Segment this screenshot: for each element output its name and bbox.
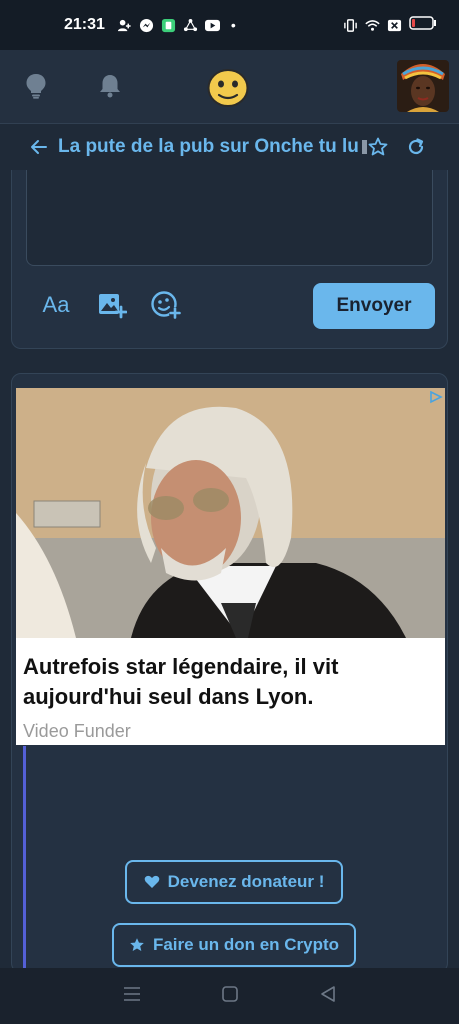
message-textarea[interactable] <box>26 170 433 266</box>
add-emoji-icon <box>151 291 181 319</box>
sim-blocked-icon <box>387 18 402 33</box>
back-nav-button[interactable] <box>319 985 337 1008</box>
vibrate-icon <box>343 18 358 33</box>
ad-image[interactable] <box>16 388 445 638</box>
ad-source[interactable]: Video Funder <box>23 721 131 742</box>
text-format-label: Aa <box>42 292 70 317</box>
ad-headline[interactable]: Autrefois star légendaire, il vit aujour… <box>23 652 438 712</box>
user-avatar[interactable] <box>397 60 449 112</box>
system-navigation-bar <box>0 968 459 1024</box>
status-time: 21:31 <box>64 16 105 33</box>
text-format-button[interactable]: Aa <box>36 287 76 323</box>
favorite-button[interactable] <box>368 137 388 157</box>
reply-composer: Aa Envoyer <box>11 170 448 349</box>
home-button[interactable] <box>221 985 239 1008</box>
status-bar: 21:31 • <box>0 0 459 50</box>
smiley-logo-icon <box>207 69 249 107</box>
avatar-image <box>397 60 449 112</box>
crypto-donate-button[interactable]: Faire un don en Crypto <box>112 923 356 967</box>
refresh-button[interactable] <box>406 137 426 157</box>
status-dot: • <box>230 17 236 33</box>
topic-title[interactable]: La pute de la pub sur Onche tu lui <box>58 136 358 158</box>
ad-choices-icon[interactable] <box>429 390 443 409</box>
youtube-icon <box>204 18 220 33</box>
donor-button-label: Devenez donateur ! <box>167 872 325 891</box>
star-icon <box>130 938 144 951</box>
star-outline-icon <box>368 137 388 156</box>
sync-icon <box>183 18 198 33</box>
lightbulb-icon <box>26 74 46 99</box>
home-square-icon <box>221 985 238 1002</box>
notifications-button[interactable] <box>92 68 128 104</box>
quote-accent-line <box>23 746 26 974</box>
messenger-icon <box>139 18 154 33</box>
app-icon <box>161 18 176 33</box>
content-panel: Autrefois star légendaire, il vit aujour… <box>11 373 448 974</box>
add-image-icon <box>99 294 127 319</box>
heart-icon <box>144 875 159 888</box>
status-system <box>343 15 437 35</box>
recent-apps-button[interactable] <box>123 986 141 1007</box>
donor-button[interactable]: Devenez donateur ! <box>125 860 343 904</box>
send-button[interactable]: Envoyer <box>313 283 435 329</box>
bell-icon <box>100 75 120 98</box>
arrow-left-icon <box>31 140 47 154</box>
site-logo[interactable] <box>206 66 250 110</box>
person-add-icon <box>117 18 132 33</box>
crypto-button-label: Faire un don en Crypto <box>152 935 340 954</box>
add-smiley-button[interactable] <box>146 287 186 323</box>
add-image-button[interactable] <box>92 287 132 323</box>
back-button[interactable] <box>30 139 48 155</box>
triangle-back-icon <box>320 985 335 1002</box>
battery-icon <box>409 15 437 35</box>
title-overflow-marker <box>362 140 367 154</box>
top-navigation <box>0 50 459 124</box>
wifi-icon <box>365 18 380 33</box>
sponsored-ad[interactable]: Autrefois star légendaire, il vit aujour… <box>16 388 445 745</box>
topic-title-bar: La pute de la pub sur Onche tu lui <box>0 124 459 170</box>
ad-photo <box>16 388 445 638</box>
lightbulb-button[interactable] <box>18 68 54 104</box>
status-notifications: • <box>117 17 236 33</box>
menu-lines-icon <box>123 986 140 1001</box>
refresh-icon <box>408 138 424 155</box>
